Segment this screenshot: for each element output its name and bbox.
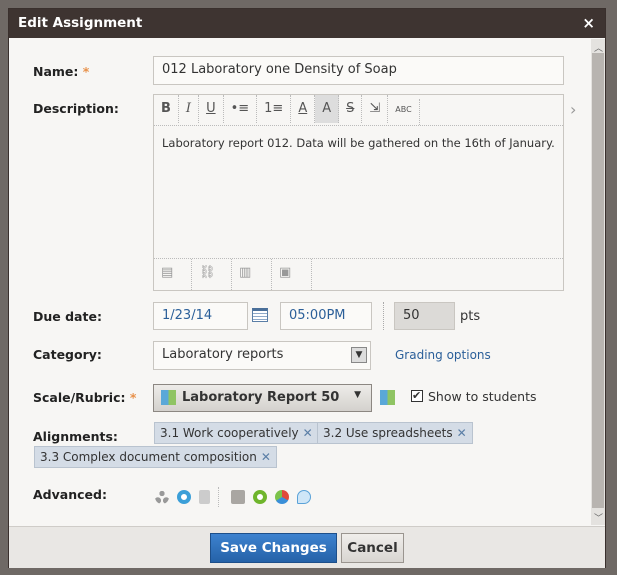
remove-icon[interactable]: ✕	[457, 426, 467, 440]
chevron-down-icon[interactable]: ▼	[351, 347, 367, 363]
font-color-button[interactable]: A	[291, 95, 316, 123]
show-to-students-label: Show to students	[428, 389, 537, 404]
rubric-icon	[161, 390, 176, 405]
file-icon[interactable]: ▥	[232, 259, 272, 290]
advanced-label: Advanced:	[33, 487, 107, 502]
editor-bottom-toolbar: ▤ ⛓ ▥ ▣	[154, 258, 563, 290]
bold-button[interactable]: B	[154, 95, 179, 123]
image-icon[interactable]: ▤	[154, 259, 192, 290]
close-icon[interactable]: ×	[582, 14, 595, 32]
numbered-list-button[interactable]: 1≡	[257, 95, 292, 123]
scale-label: Scale/Rubric: *	[33, 390, 137, 405]
description-text[interactable]: Laboratory report 012. Data will be gath…	[154, 126, 563, 160]
rubric-view-icon[interactable]	[380, 390, 395, 405]
name-label: Name: *	[33, 64, 90, 79]
insert-button[interactable]: ⇲	[362, 95, 389, 123]
category-label: Category:	[33, 347, 102, 362]
remove-icon[interactable]: ✕	[261, 450, 271, 464]
alignments-label: Alignments:	[33, 429, 118, 444]
chevron-right-icon[interactable]: ›	[570, 100, 576, 119]
due-date-input[interactable]: 1/23/14	[153, 302, 248, 330]
due-time-input[interactable]: 05:00PM	[280, 302, 372, 330]
strikethrough-button[interactable]: S	[339, 95, 363, 123]
calendar-icon[interactable]	[252, 308, 268, 322]
dialog-title: Edit Assignment	[18, 15, 143, 31]
spellcheck-button[interactable]: ABC	[388, 99, 420, 125]
group-icon[interactable]	[155, 490, 169, 504]
scroll-down-icon[interactable]: ﹀	[594, 511, 603, 524]
cancel-button[interactable]: Cancel	[341, 533, 404, 563]
save-changes-button[interactable]: Save Changes	[210, 533, 337, 563]
alignment-tag: 3.2 Use spreadsheets ✕	[317, 422, 473, 444]
target-icon[interactable]	[177, 490, 191, 504]
media-icon[interactable]: ▣	[272, 259, 312, 290]
scrollbar-thumb[interactable]	[592, 53, 604, 508]
italic-button[interactable]: I	[179, 95, 200, 123]
divider	[218, 487, 219, 507]
dialog-footer: Save Changes Cancel	[9, 526, 605, 568]
name-input[interactable]: 012 Laboratory one Density of Soap	[153, 56, 564, 85]
grading-options-link[interactable]: Grading options	[395, 348, 491, 362]
alignment-tag: 3.3 Complex document composition ✕	[34, 446, 277, 468]
bullet-list-button[interactable]: •≡	[224, 95, 258, 123]
edit-assignment-dialog: Edit Assignment × Name: * 012 Laboratory…	[8, 8, 606, 568]
dialog-header: Edit Assignment	[9, 9, 605, 38]
highlight-button[interactable]: A	[315, 95, 340, 123]
due-date-label: Due date:	[33, 309, 102, 324]
scroll-up-icon[interactable]: ︿	[594, 41, 603, 54]
advanced-icons	[155, 487, 319, 507]
category-select[interactable]: Laboratory reports	[153, 341, 371, 370]
rubric-select[interactable]: Laboratory Report 50 ▼	[153, 384, 372, 412]
editor-toolbar: B I U •≡ 1≡ A A S ⇲ ABC	[154, 95, 563, 126]
divider	[383, 302, 384, 330]
points-unit: pts	[460, 309, 481, 324]
remove-icon[interactable]: ✕	[303, 426, 313, 440]
download-icon[interactable]	[231, 490, 245, 504]
points-input[interactable]: 50	[394, 302, 455, 330]
show-to-students-checkbox[interactable]: ✔	[411, 390, 423, 402]
pie-chart-icon[interactable]	[275, 490, 289, 504]
green-circle-icon[interactable]	[253, 490, 267, 504]
description-editor: B I U •≡ 1≡ A A S ⇲ ABC Laboratory report 012. Da…	[153, 94, 564, 291]
link-icon[interactable]: ⛓	[192, 259, 232, 290]
lock-icon[interactable]	[199, 490, 210, 504]
description-label: Description:	[33, 101, 119, 116]
underline-button[interactable]: U	[199, 95, 224, 123]
alignment-tag: 3.1 Work cooperatively ✕	[154, 422, 319, 444]
comment-icon[interactable]	[297, 490, 311, 504]
